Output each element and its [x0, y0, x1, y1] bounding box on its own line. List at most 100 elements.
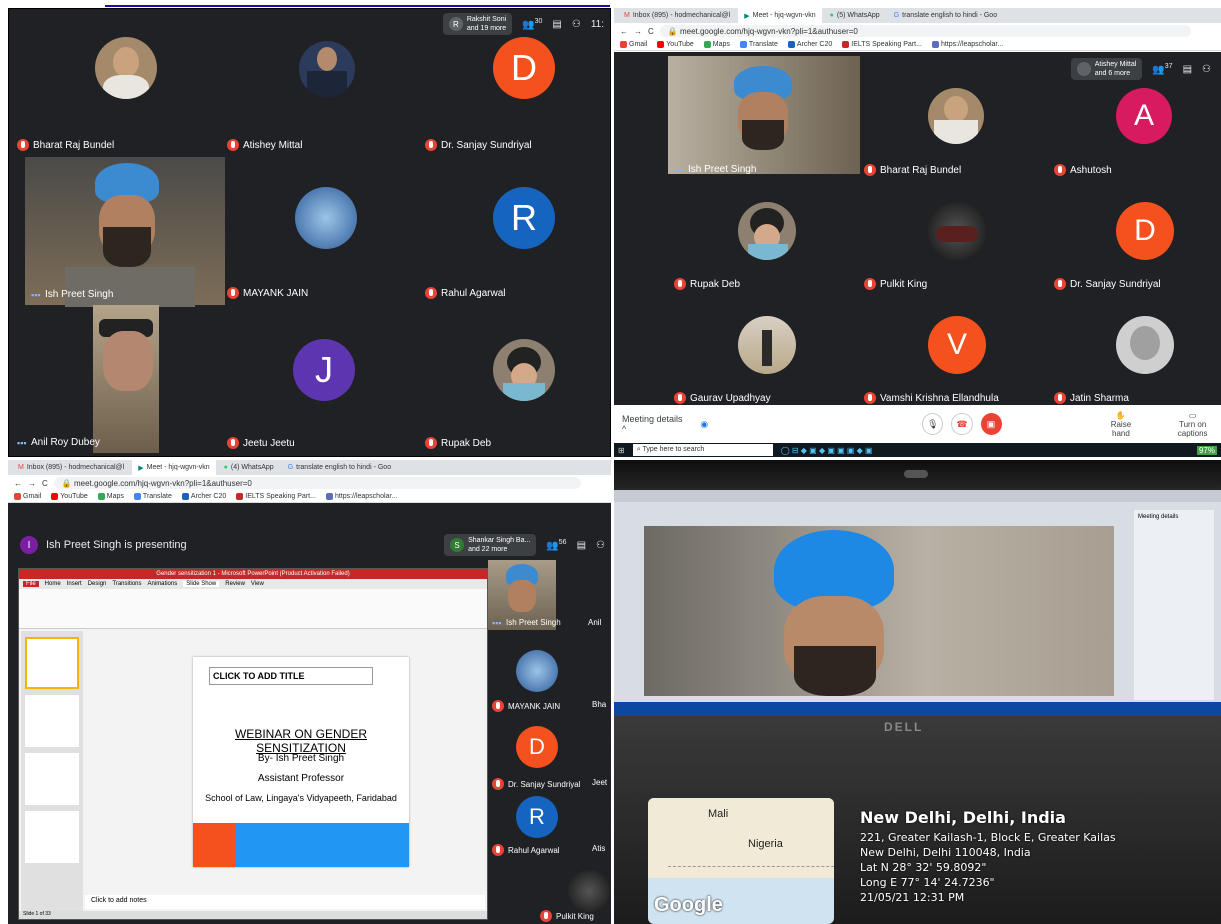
- slide-thumbnail[interactable]: [25, 753, 79, 805]
- bookmark[interactable]: Gmail: [620, 41, 647, 48]
- google-logo: Google: [654, 894, 723, 916]
- bookmark[interactable]: Archer C20: [787, 41, 832, 48]
- bookmark[interactable]: Archer C20: [181, 493, 226, 500]
- slide-thumbnail[interactable]: [25, 637, 79, 689]
- bookmark[interactable]: https://leapscholar...: [931, 41, 1003, 48]
- meet-browser-screenshot-2: M Inbox (895) - hodmechanical@l ▶ Meet - h…: [614, 8, 1221, 457]
- bookmark[interactable]: Translate: [739, 41, 778, 48]
- activities-icon[interactable]: ⚇: [1202, 64, 1211, 75]
- bookmarks-bar: Gmail YouTube Maps Translate Archer C20 …: [614, 39, 1221, 51]
- participant-name: Bharat Raj Bundel: [864, 164, 961, 176]
- ribbon-tab-active[interactable]: Slide Show: [183, 581, 220, 587]
- browser-tab[interactable]: ● (4) WhatsApp: [217, 460, 280, 475]
- participant-avatar-letter: R: [493, 187, 555, 249]
- ribbon-tab[interactable]: Review: [225, 581, 245, 587]
- slide-thumbnail[interactable]: [25, 695, 79, 747]
- address-bar[interactable]: 🔒 meet.google.com/hjq-wgvn-vkn?pli=1&aut…: [53, 477, 581, 489]
- chat-icon[interactable]: ▤: [577, 540, 586, 551]
- top-link-underline[interactable]: [105, 0, 610, 7]
- ribbon-tab[interactable]: Design: [88, 581, 107, 587]
- activities-icon[interactable]: ⚇: [572, 19, 581, 30]
- forward-icon[interactable]: →: [28, 479, 36, 488]
- activities-icon[interactable]: ⚇: [596, 540, 605, 551]
- map-label: Nigeria: [748, 838, 783, 850]
- participant-name: Dr. Sanjay Sundriyal: [425, 139, 532, 151]
- people-icon[interactable]: 👥56: [546, 539, 566, 551]
- participant-avatar: S: [450, 538, 465, 552]
- back-icon[interactable]: ←: [620, 27, 628, 36]
- ribbon-tab[interactable]: Home: [45, 581, 61, 587]
- browser-tab[interactable]: Gtranslate english to hindi - Goo: [887, 8, 1004, 23]
- ribbon-tab[interactable]: Transitions: [112, 581, 141, 587]
- browser-tab[interactable]: Gtranslate english to hindi - Goo: [281, 460, 398, 475]
- bookmark[interactable]: Maps: [97, 493, 124, 500]
- chat-icon[interactable]: ▤: [552, 19, 561, 30]
- mic-off-icon: [492, 700, 504, 712]
- reload-icon[interactable]: C: [42, 479, 48, 488]
- mic-off-icon: [1054, 164, 1066, 176]
- participants-pill[interactable]: S Shankar Singh Ba... and 22 more: [444, 534, 537, 556]
- slide-thumbnails: [21, 631, 83, 913]
- taskbar-search[interactable]: ⌕ Type here to search: [632, 444, 773, 456]
- raise-hand-button[interactable]: ✋ Raise hand: [1102, 411, 1141, 438]
- participant-photo: [95, 37, 157, 99]
- meeting-details-button[interactable]: Meeting details ^: [622, 414, 686, 434]
- mic-off-icon: [674, 392, 686, 404]
- reload-icon[interactable]: C: [648, 27, 654, 36]
- participants-pill[interactable]: Atishey Mittal and 6 more: [1070, 58, 1143, 80]
- bookmark[interactable]: YouTube: [51, 493, 88, 500]
- notes-pane[interactable]: Click to add notes: [85, 895, 485, 909]
- slide-heading: WEBINAR ON GENDER SENSITIZATION: [234, 727, 367, 755]
- participant-avatar-letter: V: [928, 316, 986, 374]
- ppt-status-bar: Slide 1 of 33: [19, 911, 487, 919]
- side-panel-title: Meeting details: [1138, 514, 1179, 520]
- taskbar-apps-icons[interactable]: ◯ ⊟ ◆ ▣ ◆ ▣ ▣ ▣ ◆ ▣: [781, 446, 873, 455]
- back-icon[interactable]: ←: [14, 479, 22, 488]
- windows-start-icon[interactable]: ⊞: [618, 446, 625, 455]
- ribbon-tab[interactable]: Insert: [67, 581, 82, 587]
- browser-tab-active[interactable]: ▶ Meet - hjq-wgvn-vkn: [738, 8, 822, 23]
- presenter-text: Ish Preet Singh is presenting: [46, 539, 187, 551]
- participant-photo: [928, 88, 984, 144]
- participant-video-tile: [25, 157, 225, 307]
- participant-video-tile: [93, 305, 159, 453]
- participant-name: ▪▪▪ Ish Preet Singh: [31, 289, 114, 300]
- captions-button[interactable]: ▭ Turn on captions: [1164, 411, 1221, 438]
- bookmark[interactable]: YouTube: [657, 41, 694, 48]
- browser-address-row: ← → C 🔒 meet.google.com/hjq-wgvn-vkn?pli=1…: [614, 23, 1221, 39]
- presenter-banner: I Ish Preet Singh is presenting: [20, 536, 187, 554]
- participant-name-clipped: Jeet: [592, 778, 608, 787]
- bookmark[interactable]: Translate: [133, 493, 172, 500]
- mic-off-icon: [540, 910, 552, 922]
- browser-tab[interactable]: M Inbox (895) - hodmechanical@l: [618, 8, 737, 23]
- bookmark[interactable]: IELTS Speaking Part...: [842, 41, 922, 48]
- mic-off-icon: [425, 437, 437, 449]
- people-icon[interactable]: 👥37: [1152, 63, 1172, 75]
- bookmark[interactable]: Maps: [703, 41, 730, 48]
- laptop-bezel: [614, 460, 1221, 490]
- address-bar[interactable]: 🔒 meet.google.com/hjq-wgvn-vkn?pli=1&aut…: [659, 25, 1191, 37]
- slide-title-placeholder[interactable]: CLICK TO ADD TITLE: [209, 667, 373, 685]
- meet-bottom-bar: Meeting details ^ ◉ 🎙 ☎ ▣ ✋ Raise hand ▭ T…: [614, 405, 1221, 443]
- camera-off-button[interactable]: ▣: [980, 413, 1002, 435]
- leave-call-button[interactable]: ☎: [951, 413, 973, 435]
- participants-pill[interactable]: R Rakshit Soni and 19 more: [442, 13, 513, 35]
- mic-off-icon: [674, 278, 686, 290]
- ribbon-tab[interactable]: View: [251, 581, 264, 587]
- shield-icon[interactable]: ◉: [700, 419, 708, 430]
- browser-tab[interactable]: ● (5) WhatsApp: [823, 8, 886, 23]
- browser-tab[interactable]: M Inbox (895) - hodmechanical@l: [12, 460, 131, 475]
- bookmark[interactable]: Gmail: [14, 493, 41, 500]
- geo-city: New Delhi, Delhi, India: [860, 808, 1066, 827]
- ribbon-tab[interactable]: File: [23, 581, 39, 587]
- slide-thumbnail[interactable]: [25, 811, 79, 863]
- chat-icon[interactable]: ▤: [1183, 64, 1192, 75]
- people-icon[interactable]: 👥30: [522, 18, 542, 30]
- map-thumbnail: Mali Nigeria Google: [648, 798, 834, 924]
- forward-icon[interactable]: →: [634, 27, 642, 36]
- bookmark[interactable]: https://leapscholar...: [325, 493, 397, 500]
- ribbon-tab[interactable]: Animations: [148, 581, 178, 587]
- bookmark[interactable]: IELTS Speaking Part...: [236, 493, 316, 500]
- mic-toggle-button[interactable]: 🎙: [922, 413, 944, 435]
- browser-tab-active[interactable]: ▶ Meet - hjq-wgvn-vkn: [132, 460, 216, 475]
